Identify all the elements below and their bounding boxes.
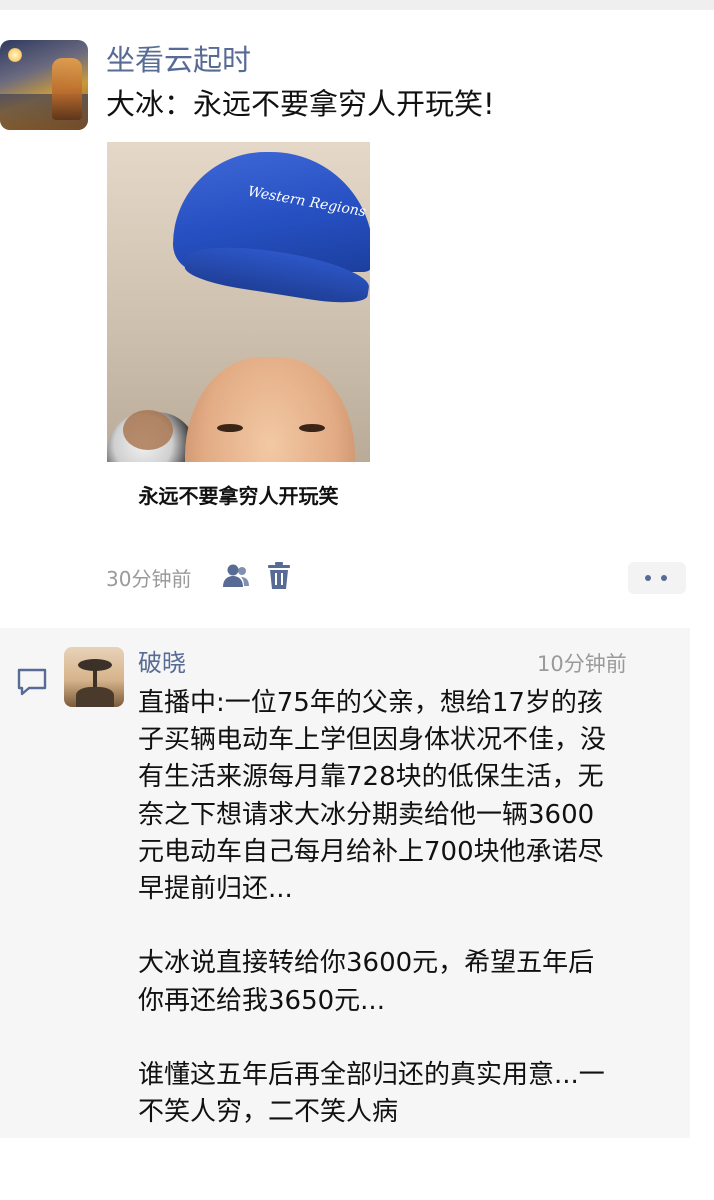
trash-icon[interactable] xyxy=(266,562,292,590)
more-dot-icon xyxy=(645,575,651,581)
avatar-rock xyxy=(76,687,114,707)
comment-line: 直播中:一位75年的父亲，想给17岁的孩 xyxy=(138,688,603,718)
comment-line: 元电动车自己每月给补上700块他承诺尽 xyxy=(138,836,604,867)
comment-author-avatar[interactable] xyxy=(64,647,124,707)
more-dot-icon xyxy=(661,575,667,581)
more-button[interactable] xyxy=(628,562,686,594)
comment-body: 直播中:一位75年的父亲，想给17岁的孩 子买辆电动车上学但因身体状况不佳，没 有生… xyxy=(138,685,658,1131)
image-caption: 永远不要拿穷人开玩笑 xyxy=(138,484,339,508)
comment-line: 大冰说直接转给你3600元，希望五年后 xyxy=(138,948,595,979)
comment-line: 你再还给我3650元... xyxy=(138,985,385,1016)
comment-line: 奈之下想请求大冰分期卖给他一辆3600 xyxy=(138,799,595,830)
comment-line: 子买辆电动车上学但因身体状况不佳，没 xyxy=(138,725,607,756)
comment-line: 早提前归还... xyxy=(138,874,293,905)
comment-line: 有生活来源每月靠728块的低保生活，无 xyxy=(138,762,604,793)
friends-icon[interactable] xyxy=(222,562,250,590)
comment-icon xyxy=(17,668,47,696)
post-author-name[interactable]: 坐看云起时 xyxy=(106,42,251,78)
post-time: 30分钟前 xyxy=(106,567,192,591)
post-image[interactable]: Western Regions 永远不要拿穷人开玩笑 xyxy=(107,142,370,540)
comment-line: 谁懂这五年后再全部归还的真实用意...一 xyxy=(138,1060,605,1090)
comment-line: 不笑人穷，二不笑人病 xyxy=(138,1097,399,1128)
comment-author-name[interactable]: 破晓 xyxy=(138,648,186,678)
post-text: 大冰：永远不要拿穷人开玩笑! xyxy=(106,87,495,121)
post-author-avatar[interactable] xyxy=(0,40,88,130)
avatar-sun xyxy=(8,48,22,62)
image-eyes xyxy=(217,424,337,434)
comment-paragraph-gap xyxy=(138,1020,658,1057)
top-strip xyxy=(0,0,714,10)
comment-time: 10分钟前 xyxy=(537,652,627,676)
avatar-figure xyxy=(52,58,82,120)
comment-paragraph-gap xyxy=(138,908,658,945)
image-bear-toy xyxy=(123,410,173,450)
